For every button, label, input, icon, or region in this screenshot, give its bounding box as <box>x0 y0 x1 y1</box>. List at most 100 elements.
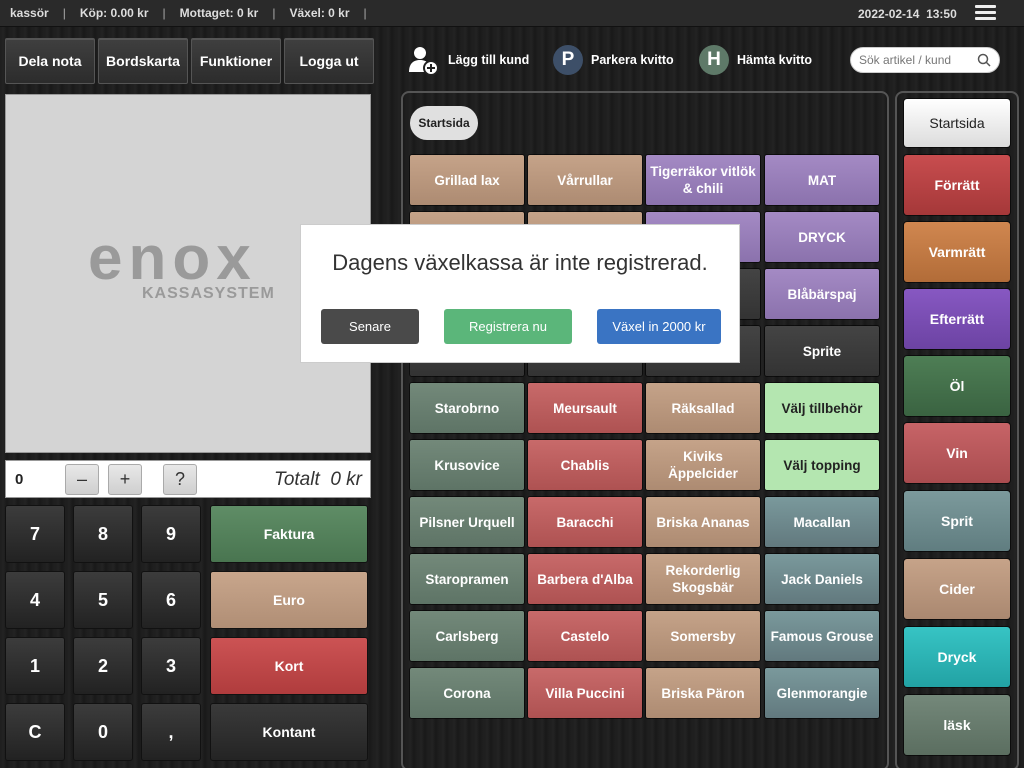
total-label: Totalt <box>273 469 320 490</box>
invoice-button[interactable]: Faktura <box>210 505 368 563</box>
change-in-button[interactable]: Växel in 2000 kr <box>597 309 721 344</box>
park-icon: P <box>553 45 583 75</box>
total-value: 0 kr <box>330 469 362 490</box>
category-startsida[interactable]: Startsida <box>904 99 1010 147</box>
product-tile[interactable]: Meursault <box>528 383 642 433</box>
product-tile[interactable]: Sprite <box>765 326 879 376</box>
logout-button[interactable]: Logga ut <box>284 38 374 84</box>
product-tile[interactable]: Tigerräkor vitlök & chili <box>646 155 760 205</box>
category-cider[interactable]: Cider <box>904 559 1010 619</box>
key-clear[interactable]: C <box>5 703 65 761</box>
product-tile[interactable]: Carlsberg <box>410 611 524 661</box>
search-icon[interactable] <box>977 53 991 67</box>
product-tile[interactable]: Baracchi <box>528 497 642 547</box>
card-button[interactable]: Kort <box>210 637 368 695</box>
product-tile[interactable]: Somersby <box>646 611 760 661</box>
euro-button[interactable]: Euro <box>210 571 368 629</box>
key-7[interactable]: 7 <box>5 505 65 563</box>
park-receipt-button[interactable]: P Parkera kvitto <box>553 42 674 78</box>
functions-button[interactable]: Funktioner <box>191 38 281 84</box>
product-tile[interactable]: Blåbärspaj <box>765 269 879 319</box>
category-efterratt[interactable]: Efterrätt <box>904 289 1010 349</box>
increment-button[interactable]: + <box>108 464 142 495</box>
category-sprit[interactable]: Sprit <box>904 491 1010 551</box>
fetch-receipt-label: Hämta kvitto <box>737 53 813 67</box>
product-tile[interactable]: Rekorderlig Skogsbär <box>646 554 760 604</box>
purchase-total: Köp: 0.00 kr <box>79 6 149 20</box>
product-tile[interactable]: Vårrullar <box>528 155 642 205</box>
key-5[interactable]: 5 <box>73 571 133 629</box>
quantity-value: 0 <box>15 471 24 488</box>
product-tile[interactable]: Barbera d'Alba <box>528 554 642 604</box>
product-tile[interactable]: Castelo <box>528 611 642 661</box>
product-tile[interactable]: Corona <box>410 668 524 718</box>
product-tile[interactable]: Staropramen <box>410 554 524 604</box>
fetch-receipt-button[interactable]: H Hämta kvitto <box>699 42 812 78</box>
product-tile[interactable]: Räksallad <box>646 383 760 433</box>
change-total: Växel: 0 kr <box>289 6 350 20</box>
category-vin[interactable]: Vin <box>904 423 1010 483</box>
product-tile[interactable]: Chablis <box>528 440 642 490</box>
category-ol[interactable]: Öl <box>904 356 1010 416</box>
category-dryck[interactable]: Dryck <box>904 627 1010 687</box>
product-tile[interactable]: Krusovice <box>410 440 524 490</box>
status-bar: kassör | Köp: 0.00 kr | Mottaget: 0 kr |… <box>0 0 1024 27</box>
date: 2022-02-14 <box>858 7 920 21</box>
cash-button[interactable]: Kontant <box>210 703 368 761</box>
product-tile[interactable]: Välj topping <box>765 440 879 490</box>
category-varmratt[interactable]: Varmrätt <box>904 222 1010 282</box>
add-customer-label: Lägg till kund <box>448 53 530 67</box>
product-tile[interactable]: MAT <box>765 155 879 205</box>
product-tile[interactable]: Kiviks Äppelcider <box>646 440 760 490</box>
later-button[interactable]: Senare <box>321 309 419 344</box>
key-8[interactable]: 8 <box>73 505 133 563</box>
datetime: 2022-02-14 13:50 <box>858 7 957 21</box>
category-lask[interactable]: läsk <box>904 695 1010 755</box>
product-tile[interactable]: Grillad lax <box>410 155 524 205</box>
help-button[interactable]: ? <box>163 464 197 495</box>
decrement-button[interactable]: – <box>65 464 99 495</box>
product-tile[interactable]: Jack Daniels <box>765 554 879 604</box>
key-2[interactable]: 2 <box>73 637 133 695</box>
received-total: Mottaget: 0 kr <box>179 6 259 20</box>
split-bill-button[interactable]: Dela nota <box>5 38 95 84</box>
product-tile[interactable]: Starobrno <box>410 383 524 433</box>
table-map-button[interactable]: Bordskarta <box>98 38 188 84</box>
logo: enox <box>88 224 257 293</box>
separator: | <box>363 6 367 20</box>
key-3[interactable]: 3 <box>141 637 201 695</box>
separator: | <box>272 6 276 20</box>
product-tile[interactable]: Villa Puccini <box>528 668 642 718</box>
hamburger-menu-icon[interactable] <box>975 5 996 21</box>
product-tile[interactable]: Macallan <box>765 497 879 547</box>
key-9[interactable]: 9 <box>141 505 201 563</box>
product-tile[interactable]: Briska Ananas <box>646 497 760 547</box>
key-1[interactable]: 1 <box>5 637 65 695</box>
quantity-row: 0 – + ? Totalt 0 kr <box>5 460 371 498</box>
key-4[interactable]: 4 <box>5 571 65 629</box>
park-receipt-label: Parkera kvitto <box>591 53 674 67</box>
product-tile[interactable]: DRYCK <box>765 212 879 262</box>
product-tile[interactable]: Briska Päron <box>646 668 760 718</box>
category-forratt[interactable]: Förrätt <box>904 155 1010 215</box>
separator: | <box>162 6 166 20</box>
separator: | <box>62 6 66 20</box>
product-tile[interactable]: Pilsner Urquell <box>410 497 524 547</box>
product-tile[interactable]: Famous Grouse <box>765 611 879 661</box>
product-tile[interactable]: Glenmorangie <box>765 668 879 718</box>
search-placeholder: Sök artikel / kund <box>859 53 952 67</box>
add-customer-button[interactable]: Lägg till kund <box>408 42 529 78</box>
breadcrumb-home[interactable]: Startsida <box>410 106 478 140</box>
register-now-button[interactable]: Registrera nu <box>444 309 572 344</box>
product-tile[interactable]: Välj tillbehör <box>765 383 879 433</box>
key-0[interactable]: 0 <box>73 703 133 761</box>
dialog-message: Dagens växelkassa är inte registrerad. <box>332 250 708 275</box>
search-input[interactable]: Sök artikel / kund <box>850 47 1000 73</box>
fetch-icon: H <box>699 45 729 75</box>
float-register-dialog: Dagens växelkassa är inte registrerad. S… <box>300 224 740 363</box>
logo-subtitle: KASSASYSTEM <box>142 285 275 302</box>
add-user-icon <box>409 47 439 76</box>
key-6[interactable]: 6 <box>141 571 201 629</box>
cashier-name: kassör <box>10 6 49 20</box>
key-comma[interactable]: , <box>141 703 201 761</box>
